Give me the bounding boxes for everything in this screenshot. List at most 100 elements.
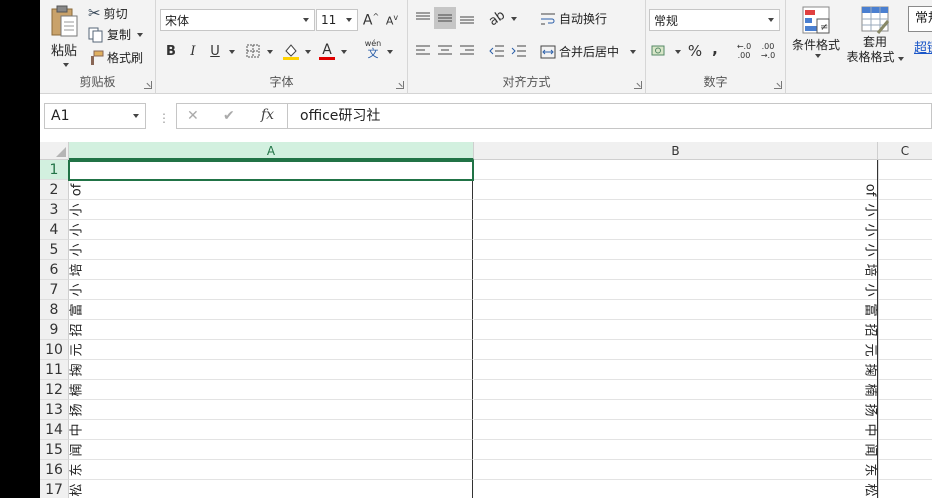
merge-center-dropdown-icon[interactable] — [630, 49, 637, 54]
font-color-dropdown-icon[interactable] — [341, 50, 347, 54]
align-middle-button[interactable] — [434, 7, 456, 29]
fill-color-button[interactable] — [280, 40, 302, 62]
cell-b[interactable]: 闻 — [474, 440, 878, 460]
cell-a[interactable]: 中 — [69, 420, 473, 440]
font-launcher-icon[interactable] — [396, 81, 404, 89]
cell-a[interactable]: 东 — [69, 460, 473, 480]
row-header[interactable]: 2 — [40, 180, 69, 200]
row-header[interactable]: 4 — [40, 220, 69, 240]
cell-c[interactable] — [878, 240, 932, 260]
cell-c[interactable] — [878, 260, 932, 280]
number-launcher-icon[interactable] — [774, 81, 782, 89]
cell-c[interactable] — [878, 220, 932, 240]
borders-dropdown-icon[interactable] — [267, 50, 273, 54]
row-header[interactable]: 1 — [40, 160, 69, 180]
column-header-c[interactable]: C — [878, 142, 932, 160]
font-size-dropdown-icon[interactable] — [346, 18, 352, 22]
font-name-combo[interactable]: 宋体 — [160, 9, 315, 31]
cell-a[interactable]: 小 — [69, 200, 473, 220]
cell-c[interactable] — [878, 340, 932, 360]
cell-b[interactable]: 元 — [474, 340, 878, 360]
grow-font-button[interactable]: A^ — [360, 9, 382, 31]
cell-a[interactable]: 小 — [69, 280, 473, 300]
cell-c[interactable] — [878, 320, 932, 340]
column-header-a[interactable]: A — [69, 142, 474, 160]
row-header[interactable]: 9 — [40, 320, 69, 340]
formula-bar-splitter-icon[interactable]: ⋮ — [158, 111, 170, 125]
cell-c[interactable] — [878, 300, 932, 320]
row-header[interactable]: 14 — [40, 420, 69, 440]
merge-center-button[interactable]: 合并后居中 — [540, 43, 637, 60]
cell-b[interactable]: 楠 — [474, 380, 878, 400]
bold-button[interactable]: B — [160, 40, 182, 62]
font-size-combo[interactable]: 11 — [316, 9, 358, 31]
formula-input[interactable]: office研习社 — [288, 103, 932, 129]
row-header[interactable]: 17 — [40, 480, 69, 498]
cell-a[interactable]: 小 — [69, 240, 473, 260]
shrink-font-button[interactable]: Av — [381, 9, 403, 31]
cut-button[interactable]: ✂ 剪切 — [88, 4, 128, 22]
cell-c[interactable] — [878, 200, 932, 220]
format-as-table-button[interactable]: 套用 表格格式 — [844, 5, 906, 65]
cell-b[interactable] — [474, 160, 878, 180]
enter-icon[interactable]: ✔ — [223, 108, 235, 124]
align-top-button[interactable] — [412, 7, 434, 29]
align-right-button[interactable] — [456, 40, 478, 62]
phonetic-dropdown-icon[interactable] — [387, 50, 393, 54]
orientation-dropdown-icon[interactable] — [511, 17, 517, 21]
cell-a[interactable]: 小 — [69, 220, 473, 240]
cell-b[interactable]: 松 — [474, 480, 878, 498]
cell-b[interactable]: 中 — [474, 420, 878, 440]
cell-a[interactable]: 掬 — [69, 360, 473, 380]
font-color-button[interactable]: A — [316, 40, 338, 62]
cancel-icon[interactable]: ✕ — [187, 108, 199, 124]
column-header-b[interactable]: B — [474, 142, 878, 160]
cell-c[interactable] — [878, 380, 932, 400]
cell-b[interactable]: 小 — [474, 280, 878, 300]
cell-b[interactable]: 培 — [474, 260, 878, 280]
borders-button[interactable] — [242, 40, 264, 62]
decrease-indent-button[interactable] — [486, 40, 508, 62]
cell-b[interactable]: 扬 — [474, 400, 878, 420]
row-header[interactable]: 7 — [40, 280, 69, 300]
cell-b[interactable]: 小 — [474, 240, 878, 260]
orientation-button[interactable]: ab — [486, 7, 508, 29]
cell-c[interactable] — [878, 400, 932, 420]
row-header[interactable]: 6 — [40, 260, 69, 280]
row-header[interactable]: 16 — [40, 460, 69, 480]
cell-a[interactable]: 招 — [69, 320, 473, 340]
paste-button[interactable]: 粘贴 — [46, 4, 82, 67]
clipboard-launcher-icon[interactable] — [144, 81, 152, 89]
conditional-formatting-button[interactable]: ≠ 条件格式 — [790, 5, 842, 58]
number-format-combo[interactable]: 常规 — [649, 9, 780, 31]
comma-button[interactable]: , — [704, 38, 726, 60]
cell-a[interactable] — [69, 160, 473, 180]
cell-c[interactable] — [878, 180, 932, 200]
percent-button[interactable]: % — [684, 40, 706, 62]
cell-a[interactable]: 富 — [69, 300, 473, 320]
accounting-dropdown-icon[interactable] — [675, 50, 681, 54]
name-box-dropdown-icon[interactable] — [133, 114, 139, 118]
cell-b[interactable]: 掬 — [474, 360, 878, 380]
insert-function-icon[interactable]: fx — [261, 107, 274, 123]
wrap-text-button[interactable]: 自动换行 — [540, 10, 607, 27]
cell-b[interactable]: 小 — [474, 200, 878, 220]
cell-b[interactable]: 招 — [474, 320, 878, 340]
alignment-launcher-icon[interactable] — [634, 81, 642, 89]
number-format-dropdown-icon[interactable] — [768, 18, 774, 22]
cell-b[interactable]: 东 — [474, 460, 878, 480]
underline-dropdown-icon[interactable] — [229, 50, 235, 54]
cell-a[interactable]: 元 — [69, 340, 473, 360]
align-bottom-button[interactable] — [456, 7, 478, 29]
cell-c[interactable] — [878, 360, 932, 380]
accounting-format-button[interactable] — [649, 40, 671, 62]
cell-c[interactable] — [878, 460, 932, 480]
decrease-decimal-button[interactable]: .00 →.0 — [756, 40, 780, 62]
row-header[interactable]: 11 — [40, 360, 69, 380]
cell-c[interactable] — [878, 420, 932, 440]
row-header[interactable]: 5 — [40, 240, 69, 260]
format-painter-button[interactable]: 格式刷 — [88, 49, 143, 66]
fill-color-dropdown-icon[interactable] — [305, 50, 311, 54]
row-header[interactable]: 3 — [40, 200, 69, 220]
align-center-button[interactable] — [434, 40, 456, 62]
